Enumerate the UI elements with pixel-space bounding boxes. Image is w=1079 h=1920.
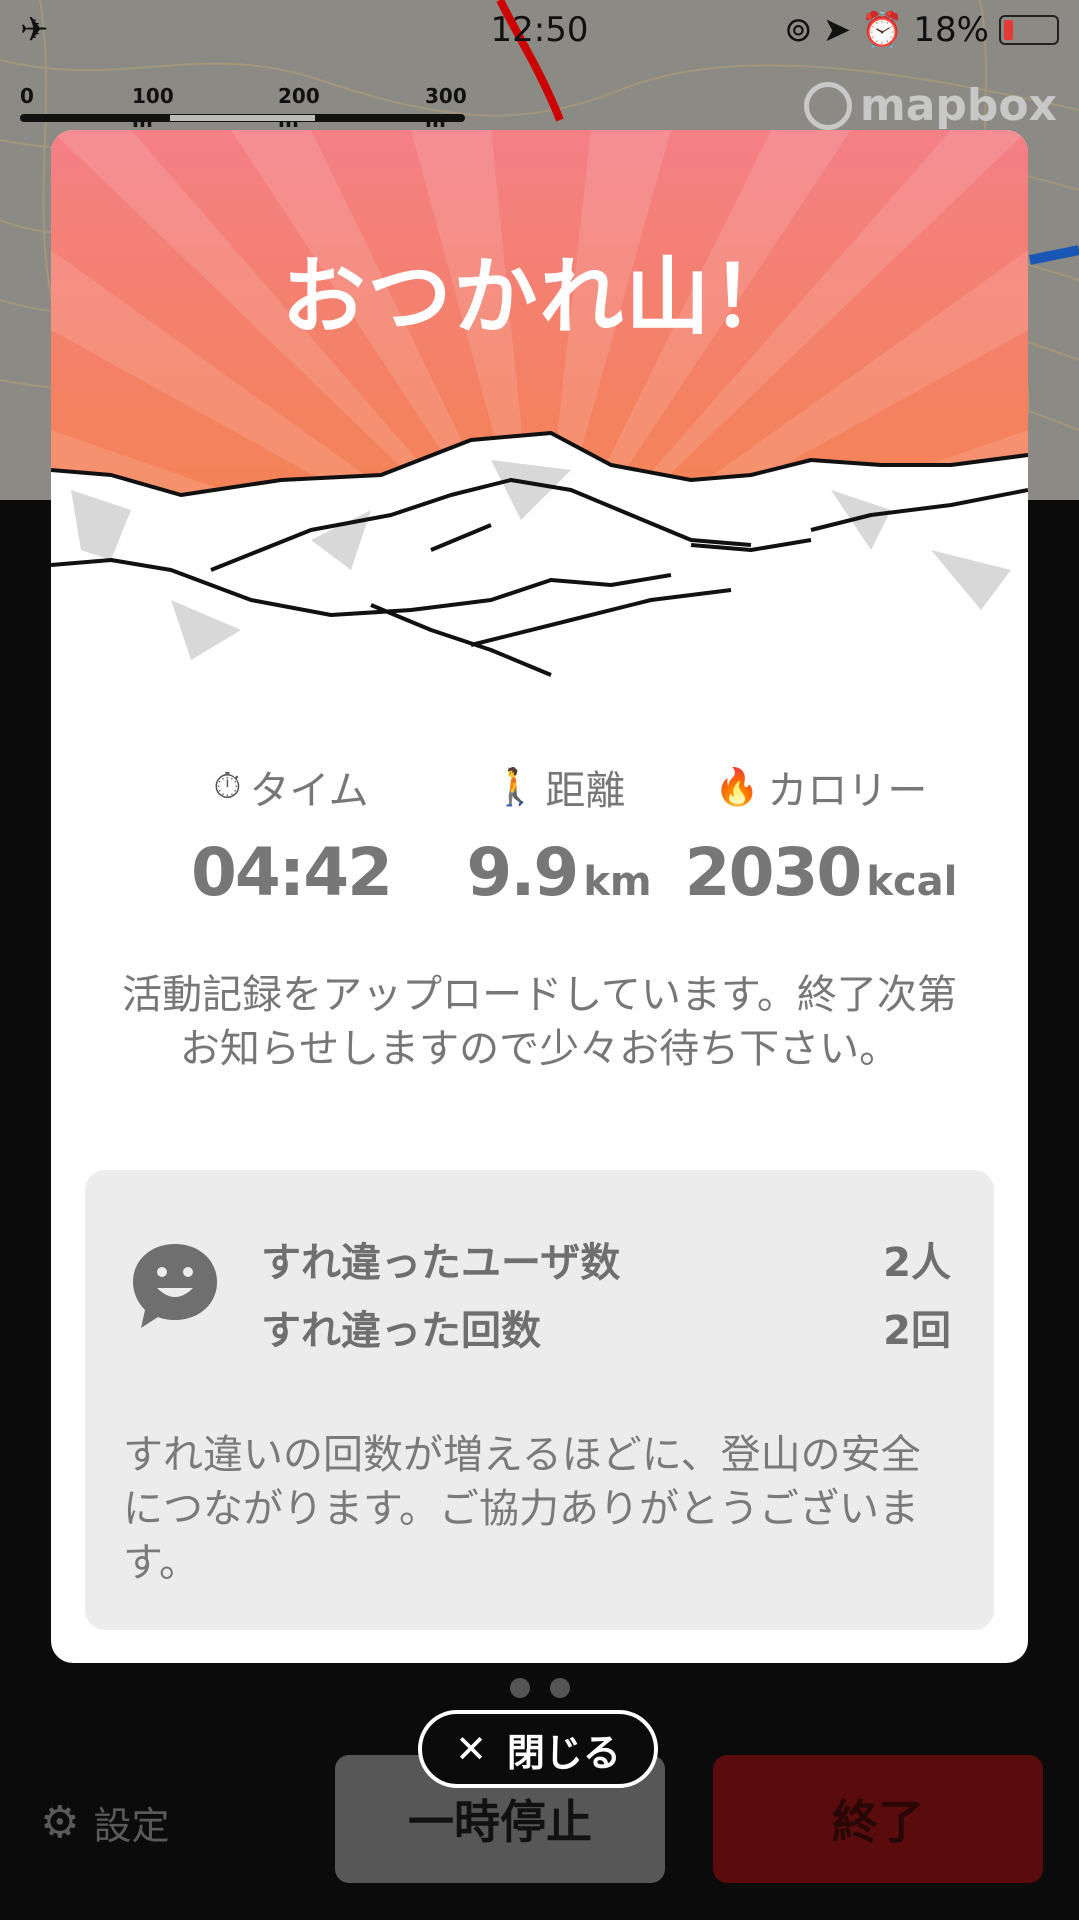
stat-time-value: 04:42 <box>190 834 393 911</box>
location-arrow-icon: ➤ <box>822 10 852 50</box>
passing-users-label: すれ違ったユーザ数 <box>261 1240 621 1286</box>
settings-button[interactable]: ⚙ 設定 <box>40 1795 169 1850</box>
headline: おつかれ山！ <box>281 248 798 346</box>
gear-icon: ⚙ <box>40 1797 80 1848</box>
stat-distance-unit: km <box>583 859 652 905</box>
close-button[interactable]: ✕ 閉じる <box>418 1710 658 1788</box>
stat-time: ⏱ タイム 04:42 <box>161 758 421 911</box>
status-bar: ✈ 12:50 ⊚ ➤ ⏰ 18% <box>0 0 1079 60</box>
upload-message: 活動記録をアップロードしています。終了次第お知らせしますので少々お待ち下さい。 <box>122 972 957 1072</box>
scale-label: 300 m <box>425 84 467 132</box>
summary-modal: おつかれ山！ ⏱ タイム 04:42 🚶 距離 9.9 km 🔥 カロリー 2030 kc… <box>51 130 1028 1663</box>
smiley-chat-icon <box>133 1244 217 1328</box>
mapbox-wordmark: mapbox <box>859 80 1057 131</box>
flame-icon: 🔥 <box>714 767 760 808</box>
close-icon: ✕ <box>455 1727 487 1771</box>
passing-count-value: 2回 <box>883 1308 951 1354</box>
page-dot <box>509 1678 530 1698</box>
stat-distance-value: 9.9 <box>466 834 579 911</box>
page-indicator <box>0 1678 1079 1698</box>
page-dot <box>549 1678 570 1698</box>
stopwatch-icon: ⏱ <box>213 766 242 807</box>
stat-calories-label: カロリー <box>767 768 928 814</box>
scale-label: 100 m <box>132 84 174 132</box>
stat-calories-unit: kcal <box>866 859 958 905</box>
passing-info-box: すれ違ったユーザ数 2人 すれ違った回数 2回 すれ違いの回数が増えるほどに、登… <box>85 1170 994 1630</box>
battery-percent: 18% <box>913 10 989 50</box>
passing-users-value: 2人 <box>883 1240 951 1286</box>
mapbox-logo-icon <box>803 81 852 130</box>
close-label: 閉じる <box>506 1730 621 1775</box>
settings-label: 設定 <box>93 1804 170 1848</box>
alarm-icon: ⏰ <box>861 10 904 50</box>
scale-label: 0 <box>20 84 34 108</box>
orientation-lock-icon: ⊚ <box>784 10 813 50</box>
status-indicators: ⊚ ➤ ⏰ 18% <box>784 10 1059 50</box>
battery-icon <box>999 15 1059 45</box>
passing-count-label: すれ違った回数 <box>261 1308 541 1354</box>
activity-stats: ⏱ タイム 04:42 🚶 距離 9.9 km 🔥 カロリー 2030 kcal <box>51 758 1028 911</box>
stat-calories-value: 2030 <box>684 834 863 911</box>
banner-illustration: おつかれ山！ <box>51 130 1028 690</box>
mapbox-attribution[interactable]: mapbox <box>803 80 1057 131</box>
hiker-icon: 🚶 <box>492 767 538 808</box>
passing-note: すれ違いの回数が増えるほどに、登山の安全につながります。ご協力ありがとうございま… <box>123 1432 921 1586</box>
scale-label: 200 m <box>278 84 320 132</box>
stat-calories: 🔥 カロリー 2030 kcal <box>671 758 971 911</box>
stat-distance-label: 距離 <box>545 768 626 814</box>
end-button[interactable]: 終了 <box>713 1755 1043 1883</box>
stat-time-label: タイム <box>249 768 369 814</box>
stat-distance: 🚶 距離 9.9 km <box>429 758 689 911</box>
